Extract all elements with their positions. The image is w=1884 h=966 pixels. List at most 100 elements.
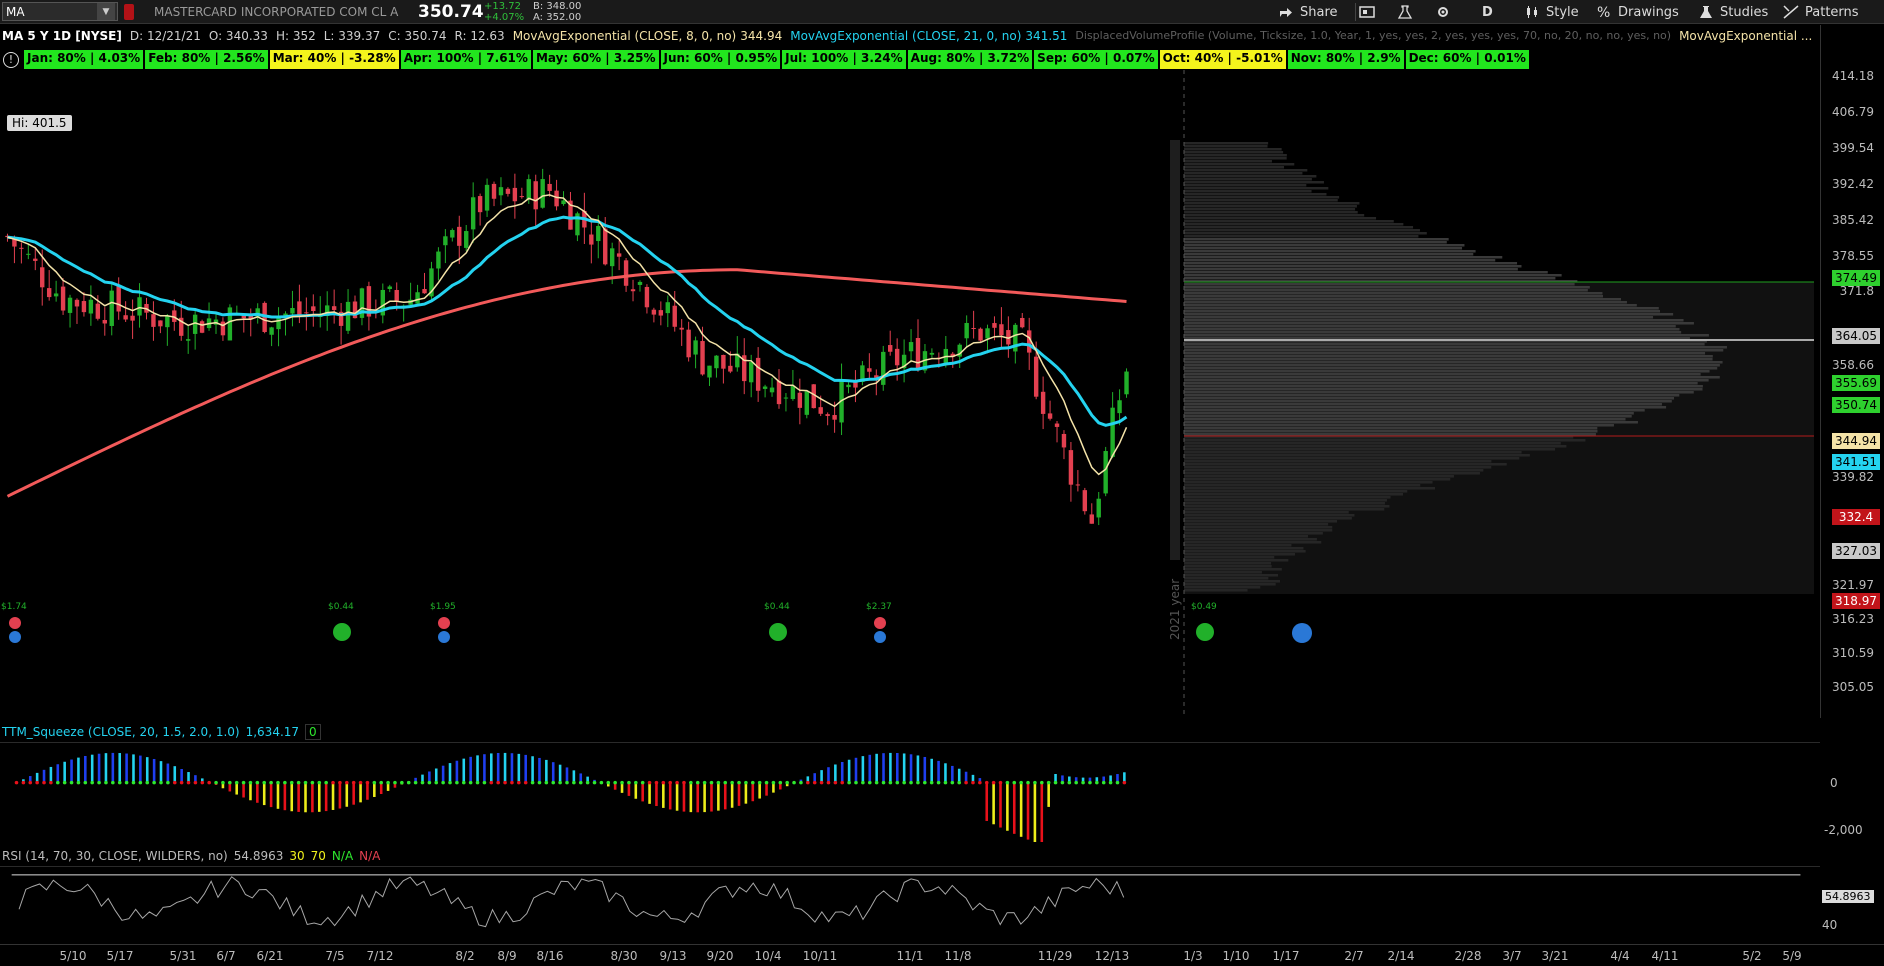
candle-body bbox=[311, 306, 316, 312]
settings-button[interactable] bbox=[1435, 3, 1457, 21]
ema8-label[interactable]: MovAvgExponential (CLOSE, 8, 0, no) bbox=[513, 29, 737, 43]
flask-button[interactable] bbox=[1397, 3, 1419, 21]
ema-more-label[interactable]: MovAvgExponential ... bbox=[1679, 29, 1812, 43]
squeeze-axis-zero: 0 bbox=[1830, 776, 1838, 790]
candle-body bbox=[616, 253, 622, 257]
squeeze-dot bbox=[902, 780, 906, 785]
profile-bar bbox=[1184, 526, 1333, 529]
profile-bar bbox=[1184, 223, 1404, 226]
squeeze-bar bbox=[744, 782, 748, 804]
candle-body bbox=[686, 329, 691, 358]
symbol-selector[interactable]: ▼ bbox=[2, 2, 118, 21]
rsi-chart[interactable] bbox=[0, 866, 1820, 944]
candle-body bbox=[443, 236, 448, 246]
squeeze-bar bbox=[1040, 782, 1044, 842]
squeeze-bar bbox=[104, 753, 108, 783]
candle-body bbox=[609, 248, 615, 267]
candle-body bbox=[1068, 450, 1074, 485]
share-button[interactable]: Share bbox=[1278, 3, 1338, 21]
profile-bar bbox=[1184, 190, 1312, 193]
profile-bar bbox=[1184, 292, 1603, 295]
profile-bar bbox=[1184, 403, 1662, 406]
squeeze-dot bbox=[682, 780, 686, 785]
squeeze-dot bbox=[702, 780, 707, 785]
squeeze-bar bbox=[648, 782, 651, 804]
candle-body bbox=[464, 231, 469, 248]
squeeze-label[interactable]: TTM_Squeeze (CLOSE, 20, 1.5, 2.0, 1.0) bbox=[2, 725, 240, 739]
chart-layout-button[interactable] bbox=[1359, 3, 1381, 21]
squeeze-bar bbox=[359, 782, 362, 803]
candle-body bbox=[658, 310, 664, 316]
chart-id[interactable]: MA 5 Y 1D [NYSE] bbox=[2, 29, 122, 43]
info-icon[interactable]: ! bbox=[3, 51, 19, 68]
style-button[interactable]: Style bbox=[1524, 3, 1579, 21]
candle-body bbox=[1033, 356, 1039, 397]
squeeze-dot bbox=[585, 780, 590, 785]
symbol-input[interactable] bbox=[3, 4, 97, 19]
squeeze-dot bbox=[324, 780, 328, 785]
squeeze-dot bbox=[331, 780, 335, 785]
squeeze-dot bbox=[640, 780, 645, 785]
rsi-label[interactable]: RSI (14, 70, 30, CLOSE, WILDERS, no) bbox=[2, 849, 228, 863]
squeeze-bars bbox=[14, 752, 1127, 842]
time-axis-label: 5/10 bbox=[59, 949, 87, 963]
squeeze-dot bbox=[737, 780, 741, 785]
squeeze-bar bbox=[641, 782, 644, 802]
time-axis-label: 2/28 bbox=[1454, 949, 1482, 963]
profile-bar bbox=[1184, 433, 1596, 436]
price-axis-label: 371.8 bbox=[1839, 284, 1874, 298]
squeeze-dot bbox=[888, 780, 893, 785]
squeeze-bar bbox=[373, 782, 376, 797]
squeeze-dot bbox=[757, 780, 762, 785]
squeeze-dot bbox=[806, 780, 810, 785]
squeeze-dot bbox=[950, 780, 955, 785]
candle-body bbox=[33, 258, 38, 261]
squeeze-bar bbox=[538, 757, 541, 783]
profile-bar bbox=[1184, 550, 1306, 553]
profile-bar bbox=[1184, 385, 1703, 388]
squeeze-bar bbox=[84, 755, 87, 783]
candle-body bbox=[519, 196, 525, 198]
squeeze-axis-neg: -2,000 bbox=[1824, 823, 1863, 837]
candle-body bbox=[220, 321, 226, 336]
squeeze-bar bbox=[476, 755, 479, 783]
profile-bar bbox=[1184, 373, 1701, 376]
profile-bar bbox=[1184, 244, 1465, 247]
squeeze-dot bbox=[269, 780, 273, 785]
squeeze-bar bbox=[737, 782, 741, 806]
alert-icon[interactable] bbox=[124, 4, 134, 20]
squeeze-dot bbox=[1012, 780, 1017, 785]
candle-body bbox=[331, 306, 337, 310]
price-axis-label: 316.23 bbox=[1832, 612, 1874, 626]
studies-button[interactable]: Studies bbox=[1698, 3, 1768, 21]
squeeze-dot bbox=[214, 780, 218, 785]
dvp-label[interactable]: DisplacedVolumeProfile (Volume, Ticksize… bbox=[1075, 29, 1671, 42]
squeeze-dot bbox=[234, 780, 239, 785]
price-axis[interactable]: 414.18 406.79 399.54 392.42 385.42 378.55 371.… bbox=[1820, 25, 1884, 718]
time-axis-label: 4/11 bbox=[1651, 949, 1679, 963]
profile-bar bbox=[1184, 406, 1667, 409]
squeeze-bar bbox=[324, 782, 328, 812]
profile-bar bbox=[1184, 286, 1590, 289]
profile-bar bbox=[1184, 430, 1598, 433]
drawings-button[interactable]: % Drawings bbox=[1596, 3, 1679, 21]
squeeze-dot bbox=[441, 780, 445, 785]
time-axis-label: 6/7 bbox=[216, 949, 236, 963]
candle-body bbox=[102, 320, 107, 324]
candle-body bbox=[623, 260, 629, 286]
symbol-dropdown-icon[interactable]: ▼ bbox=[97, 3, 115, 20]
squeeze-dot bbox=[248, 780, 253, 785]
squeeze-histogram[interactable] bbox=[0, 742, 1820, 842]
time-axis[interactable]: 5/10 5/17 5/31 6/7 6/21 7/5 7/12 8/2 8/9 8/16 8/30… bbox=[0, 944, 1884, 966]
candle-body bbox=[1075, 484, 1081, 486]
profile-bar bbox=[1184, 508, 1385, 511]
patterns-button[interactable]: Patterns bbox=[1783, 3, 1859, 21]
time-axis-label: 5/31 bbox=[169, 949, 197, 963]
price-chart[interactable]: $1.74 $0.44 $1.95 $0.44 $2.37 $0.49 bbox=[0, 70, 1820, 718]
candle-body bbox=[512, 187, 518, 202]
candle-body bbox=[985, 328, 990, 339]
ema21-label[interactable]: MovAvgExponential (CLOSE, 21, 0, no) bbox=[790, 29, 1021, 43]
candle-body bbox=[644, 286, 650, 308]
aggregation-button[interactable]: D bbox=[1482, 3, 1493, 21]
seasonality-month: Dec: 60% | 0.01% bbox=[1405, 50, 1529, 69]
